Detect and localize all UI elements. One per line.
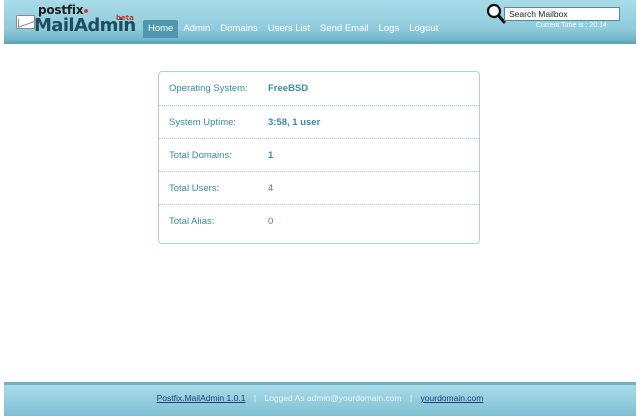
info-label: Total Users: (169, 183, 220, 194)
info-label: Total Alias: (169, 216, 215, 227)
logo-dot (84, 8, 89, 13)
footer-text: Postfix.MailAdmin 1.0.1 | Logged As admi… (4, 393, 636, 403)
nav-logout[interactable]: Logout (404, 20, 443, 38)
domain-link[interactable]: yourdomain.com (421, 393, 484, 403)
envelope-icon (16, 15, 35, 29)
info-label: System Uptime: (169, 117, 237, 128)
app-footer: Postfix.MailAdmin 1.0.1 | Logged As admi… (4, 382, 636, 416)
nav-home[interactable]: Home (143, 20, 179, 38)
search-input[interactable] (504, 7, 620, 21)
nav-logs[interactable]: Logs (374, 20, 405, 38)
info-value: 1 (268, 150, 274, 161)
main-nav: Home Admin Domains Users List Send Email… (143, 20, 443, 38)
info-label: Total Domains: (169, 150, 232, 161)
info-value: 4 (268, 183, 274, 194)
info-row-uptime: System Uptime: 3:58, 1 user (159, 105, 479, 138)
nav-users-list[interactable]: Users List (263, 20, 315, 38)
app-logo[interactable]: postfix MailAdmin beta (16, 3, 144, 39)
current-time-value: 20.14 (589, 22, 607, 29)
info-value: FreeBSD (268, 83, 309, 94)
system-info-panel: Operating System: FreeBSD System Uptime:… (158, 71, 480, 244)
product-version-link[interactable]: Postfix.MailAdmin 1.0.1 (157, 393, 246, 403)
info-label: Operating System: (169, 83, 248, 94)
beta-badge: beta (116, 14, 134, 22)
nav-send-email[interactable]: Send Email (315, 20, 374, 38)
info-row-os: Operating System: FreeBSD (159, 72, 479, 105)
nav-admin[interactable]: Admin (178, 20, 215, 38)
nav-domains[interactable]: Domains (215, 20, 263, 38)
logged-as-text: Logged As admin@yourdomain.com (264, 393, 402, 403)
info-row-domains: Total Domains: 1 (159, 138, 479, 171)
footer-divider: | (253, 393, 257, 403)
info-value: 0 (268, 216, 274, 227)
footer-divider: | (409, 393, 413, 403)
current-time: Current Time is :20.14 (536, 22, 607, 29)
info-row-alias: Total Alias: 0 (159, 204, 479, 237)
info-row-users: Total Users: 4 (159, 171, 479, 204)
app-header: postfix MailAdmin beta Home Admin Domain… (4, 0, 636, 44)
info-value: 3:58, 1 user (268, 117, 321, 128)
magnifier-icon[interactable] (486, 3, 506, 25)
current-time-label: Current Time is : (536, 22, 588, 29)
